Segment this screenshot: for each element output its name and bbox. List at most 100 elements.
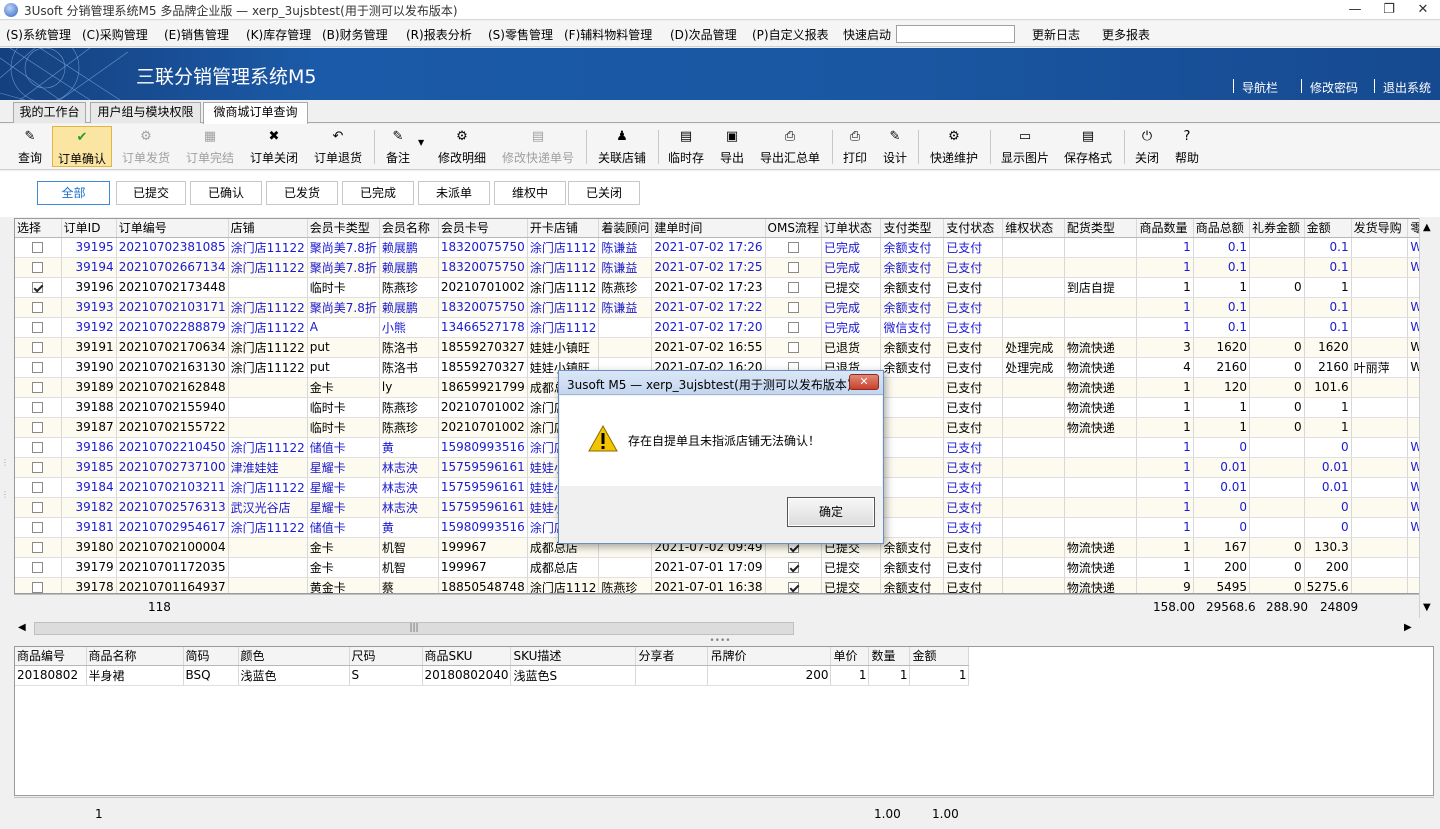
table-row[interactable]: 39196 20210702173448 临时卡 陈燕珍 20210701002 涂门店1…	[15, 277, 1433, 298]
column-header[interactable]: 着装顾问	[598, 219, 653, 238]
change-password-link[interactable]: 修改密码	[1310, 79, 1358, 96]
menu-purchase[interactable]: (C)采购管理	[82, 26, 148, 43]
design-button[interactable]: ✎ 设计	[880, 126, 910, 167]
row-select-checkbox[interactable]	[32, 442, 44, 453]
temp-save-button[interactable]: ▤ 临时存	[664, 126, 708, 167]
dialog-close-button[interactable]: ✕	[849, 374, 879, 390]
window-close-button[interactable]: ✕	[1408, 0, 1438, 20]
quick-start-input[interactable]	[896, 25, 1015, 43]
filter-all[interactable]: 全部	[37, 181, 110, 205]
detail-column-header[interactable]: 数量	[868, 647, 911, 666]
horizontal-scrollbar[interactable]: ◀ ||| ▶	[14, 620, 1419, 637]
detail-column-header[interactable]: 单价	[830, 647, 870, 666]
link-store-button[interactable]: ♟ 关联店铺	[594, 126, 650, 167]
row-select-checkbox[interactable]	[32, 302, 44, 313]
filter-shipped[interactable]: 已发货	[266, 181, 338, 205]
menu-retail[interactable]: (S)零售管理	[488, 26, 553, 43]
scroll-left-icon[interactable]: ◀	[18, 622, 26, 633]
filter-submitted[interactable]: 已提交	[116, 181, 186, 205]
menu-reports[interactable]: (R)报表分析	[406, 26, 472, 43]
detail-row[interactable]: 20180802 半身裙 BSQ 浅蓝色 S 20180802040 浅蓝色S 200 1 1 1	[15, 665, 970, 686]
row-select-checkbox[interactable]	[32, 402, 44, 413]
column-header[interactable]: 支付状态	[943, 219, 1004, 238]
ship-order-button[interactable]: ⚙ 订单发货	[118, 126, 174, 167]
column-header[interactable]: 会员卡类型	[307, 219, 380, 238]
row-select-checkbox[interactable]	[32, 382, 44, 393]
table-row[interactable]: 39191 20210702170634 涂门店11122 put 陈洛书 1855927…	[15, 337, 1433, 358]
table-row[interactable]: 39179 20210701172035 金卡 机智 199967 成都总店 2021-07…	[15, 557, 1433, 578]
close-order-button[interactable]: ✖ 订单关闭	[246, 126, 302, 167]
column-header[interactable]: 支付类型	[880, 219, 945, 238]
table-row[interactable]: 39195 20210702381085 涂门店11122 聚尚美7.8折 赖展鹏 183…	[15, 237, 1433, 258]
menu-custom-reports[interactable]: (P)自定义报表	[752, 26, 829, 43]
row-select-checkbox[interactable]	[32, 342, 44, 353]
filter-confirmed[interactable]: 已确认	[190, 181, 262, 205]
logout-link[interactable]: 退出系统	[1383, 79, 1431, 96]
row-select-checkbox[interactable]	[32, 562, 44, 573]
row-select-checkbox[interactable]	[32, 582, 44, 593]
column-header[interactable]: 礼券金额	[1249, 219, 1305, 238]
table-row[interactable]: 39178 20210701164937 黄金卡蔡 18850548748 涂门店111…	[15, 577, 1433, 593]
ok-button[interactable]: 确定	[787, 497, 875, 527]
panel-splitter[interactable]: ••••	[0, 637, 1440, 646]
changelog-link[interactable]: 更新日志	[1032, 26, 1080, 43]
export-summary-button[interactable]: ⎙ 导出汇总单	[756, 126, 824, 167]
column-header[interactable]: 发货导购	[1351, 219, 1409, 238]
close-module-button[interactable]: ⏻ 关闭	[1132, 126, 1162, 167]
navbar-link[interactable]: 导航栏	[1242, 79, 1278, 96]
query-button[interactable]: ✎ 查询	[14, 126, 46, 167]
column-header[interactable]: 建单时间	[651, 219, 766, 238]
table-row[interactable]: 39193 20210702103171 涂门店11122 聚尚美7.8折 赖展鹏 183…	[15, 297, 1433, 318]
column-header[interactable]: 维权状态	[1002, 219, 1065, 238]
menu-sales[interactable]: (E)销售管理	[164, 26, 229, 43]
chevron-down-icon[interactable]: ▼	[418, 138, 424, 147]
table-row[interactable]: 39194 20210702667134 涂门店11122 聚尚美7.8折 赖展鹏 183…	[15, 257, 1433, 278]
export-button[interactable]: ▣ 导出	[716, 126, 748, 167]
return-order-button[interactable]: ↶ 订单退货	[310, 126, 366, 167]
detail-column-header[interactable]: 商品名称	[86, 647, 184, 666]
column-header[interactable]: 配货类型	[1064, 219, 1138, 238]
column-header[interactable]: 订单ID	[61, 219, 117, 238]
restore-button[interactable]: ❐	[1374, 0, 1404, 20]
column-header[interactable]: 店铺	[228, 219, 308, 238]
menu-inventory[interactable]: (K)库存管理	[246, 26, 311, 43]
table-row[interactable]: 39192 20210702288879 涂门店11122 A 小熊 1346652717…	[15, 317, 1433, 338]
modify-tracking-button[interactable]: ▤ 修改快递单号	[498, 126, 578, 167]
detail-column-header[interactable]: SKU描述	[510, 647, 637, 666]
row-select-checkbox[interactable]	[32, 542, 44, 553]
filter-unassigned[interactable]: 未派单	[418, 181, 490, 205]
column-header[interactable]: 商品数量	[1136, 219, 1194, 238]
row-select-checkbox[interactable]	[32, 462, 44, 473]
row-select-checkbox[interactable]	[32, 362, 44, 373]
row-select-checkbox[interactable]	[32, 482, 44, 493]
detail-column-header[interactable]: 分享者	[635, 647, 709, 666]
row-select-checkbox[interactable]	[32, 422, 44, 433]
column-header[interactable]: 开卡店铺	[527, 219, 600, 238]
column-header[interactable]: 选择	[15, 219, 62, 238]
tab-my-workbench[interactable]: 我的工作台	[13, 102, 86, 123]
row-select-checkbox[interactable]	[32, 282, 44, 293]
row-select-checkbox[interactable]	[32, 242, 44, 253]
minimize-button[interactable]: —	[1340, 0, 1370, 20]
print-button[interactable]: ⎙ 打印	[840, 126, 870, 167]
tab-wechat-orders[interactable]: 微商城订单查询	[203, 102, 308, 124]
vertical-scrollbar[interactable]: ▲ ▼	[1419, 218, 1435, 618]
filter-rights-protection[interactable]: 维权中	[494, 181, 566, 205]
row-select-checkbox[interactable]	[32, 262, 44, 273]
modify-detail-button[interactable]: ⚙ 修改明细	[434, 126, 490, 167]
column-header[interactable]: OMS流程	[765, 219, 822, 238]
menu-finance[interactable]: (B)财务管理	[322, 26, 388, 43]
help-button[interactable]: ? 帮助	[1172, 126, 1202, 167]
save-format-button[interactable]: ▤ 保存格式	[1060, 126, 1116, 167]
column-header[interactable]: 会员名称	[379, 219, 439, 238]
detail-column-header[interactable]: 吊牌价	[707, 647, 832, 666]
courier-maintenance-button[interactable]: ⚙ 快递维护	[926, 126, 982, 167]
menu-system[interactable]: (S)系统管理	[6, 26, 71, 43]
row-select-checkbox[interactable]	[32, 522, 44, 533]
row-select-checkbox[interactable]	[32, 322, 44, 333]
scroll-thumb[interactable]: |||	[34, 622, 794, 635]
detail-column-header[interactable]: 简码	[183, 647, 239, 666]
filter-completed[interactable]: 已完成	[342, 181, 414, 205]
menu-defects[interactable]: (D)次品管理	[670, 26, 737, 43]
column-header[interactable]: 会员卡号	[438, 219, 528, 238]
